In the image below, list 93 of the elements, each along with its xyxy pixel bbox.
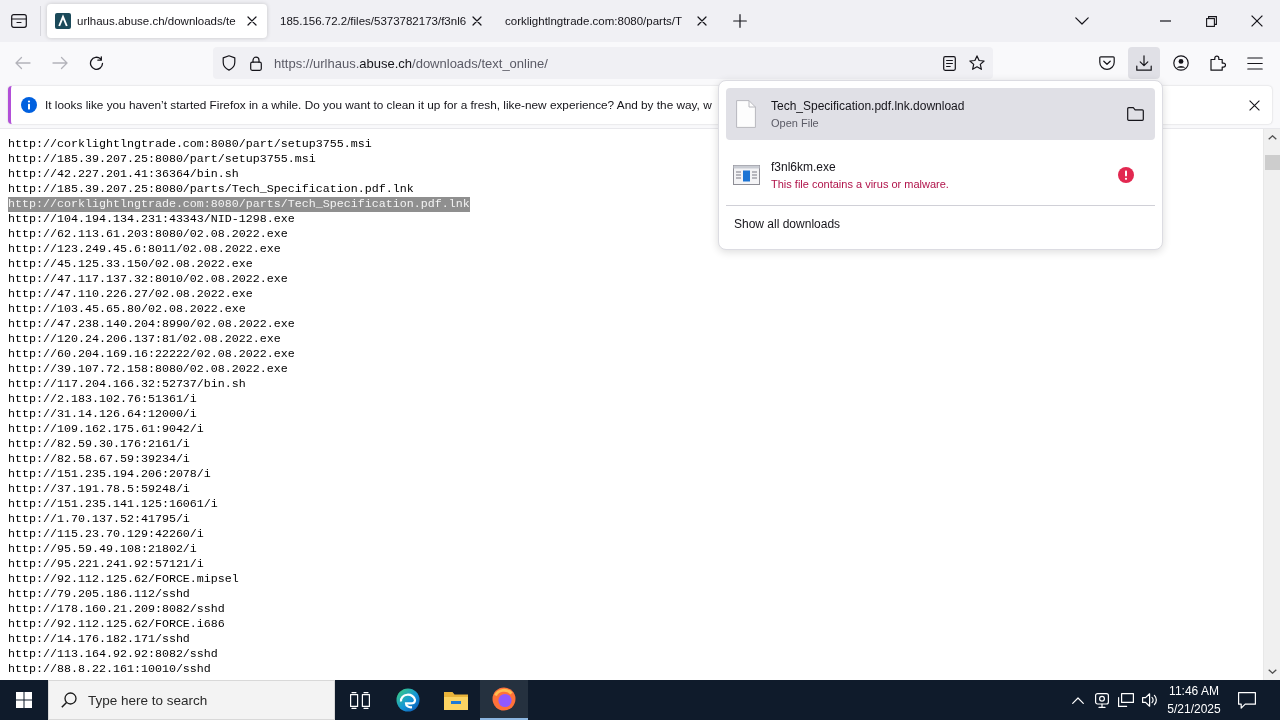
shield-icon — [222, 55, 236, 71]
show-all-downloads-button[interactable]: Show all downloads — [726, 206, 845, 242]
drawer-icon — [11, 14, 27, 28]
webcam-icon — [1095, 692, 1109, 708]
clock-time: 11:46 AM — [1169, 683, 1219, 700]
url-text: http://37.191.78.5:59248/i — [8, 482, 190, 497]
url-text: http://104.194.134.231:43343/NID-1298.exe — [8, 212, 295, 227]
url-text: http://82.58.67.59:39234/i — [8, 452, 190, 467]
url-text: http://39.107.72.158:8080/02.08.2022.exe — [8, 362, 288, 377]
speaker-icon — [1142, 693, 1158, 707]
url-text: http://115.23.70.129:42260/i — [8, 527, 204, 542]
reload-icon — [89, 56, 105, 70]
search-icon — [61, 692, 77, 708]
chevron-down-icon — [1075, 17, 1089, 25]
close-icon — [1251, 15, 1263, 27]
back-arrow-icon — [15, 56, 31, 70]
browser-tab[interactable]: corklightlngtrade.com:8080/parts/T — [497, 4, 717, 38]
browser-tab[interactable]: urlhaus.abuse.ch/downloads/te — [47, 4, 267, 38]
url-text: http://1.70.137.52:41795/i — [8, 512, 190, 527]
folder-icon — [444, 690, 468, 710]
url-text: http://47.117.137.32:8010/02.08.2022.exe — [8, 272, 288, 287]
puzzle-icon — [1210, 55, 1226, 71]
url-text: http://185.39.207.25:8080/part/setup3755.msi — [8, 152, 316, 167]
url-text: http://82.59.30.176:2161/i — [8, 437, 190, 452]
forward-arrow-icon — [52, 56, 68, 70]
folder-icon — [1126, 107, 1144, 121]
close-icon — [472, 16, 482, 26]
url-text: http://79.205.186.112/sshd — [8, 587, 190, 602]
url-text: http://151.235.194.206:2078/i — [8, 467, 211, 482]
browser-icon — [396, 688, 420, 712]
document-icon — [942, 55, 956, 71]
warning-icon — [1118, 167, 1134, 183]
url-text: http://62.113.61.203:8080/02.08.2022.exe — [8, 227, 288, 242]
caret-down-icon — [1267, 669, 1277, 674]
download-status: Open File — [771, 117, 820, 129]
restore-icon — [1205, 15, 1217, 27]
url-text: http://117.204.166.32:52737/bin.sh — [8, 377, 246, 392]
url-text: http://corklightlngtrade.com:8080/parts/Tech_Specification.pdf.lnk — [8, 197, 470, 212]
menu-icon — [1247, 56, 1263, 70]
minimize-icon — [1159, 20, 1171, 22]
browser-button[interactable] — [480, 680, 528, 720]
url-text: http://42.227.201.41:36364/bin.sh — [8, 167, 239, 182]
url-text: http://47.110.226.27/02.08.2022.exe — [8, 287, 253, 302]
star-icon — [969, 55, 985, 71]
url-text: http://88.8.22.161:10010/sshd — [8, 662, 211, 677]
url-text: http://120.24.206.137:81/02.08.2022.exe — [8, 332, 281, 347]
browser-icon — [492, 687, 516, 711]
url-text: http://92.112.125.62/FORCE.i686 — [8, 617, 225, 632]
clock-date: 5/21/2025 — [1167, 701, 1221, 718]
url-text: http://151.235.141.125:16061/i — [8, 497, 218, 512]
task-view-icon — [350, 691, 370, 709]
url-text: http://31.14.126.64:12000/i — [8, 407, 197, 422]
url-text: http://corklightlngtrade.com:8080/part/setup3755.msi — [8, 137, 372, 152]
close-icon — [697, 16, 707, 26]
file-icon — [736, 100, 756, 128]
url-text: http://123.249.45.6:8011/02.08.2022.exe — [8, 242, 281, 257]
plus-icon — [733, 14, 747, 28]
info-icon — [21, 97, 37, 113]
speech-bubble-icon — [1238, 691, 1256, 709]
file-name: Tech_Specification.pdf.lnk.download — [771, 99, 965, 113]
lock-icon — [250, 55, 262, 71]
url-text: http://14.176.182.171/sshd — [8, 632, 190, 647]
caret-up-icon — [1267, 135, 1277, 140]
url-text: http://113.164.92.92:8082/sshd — [8, 647, 218, 662]
download-status: This file contains a virus or malware. — [771, 178, 949, 190]
pocket-icon — [1099, 56, 1115, 70]
notification-message: It looks like you haven’t started Firefox in a while. Do you want to clean it up for a fresh, like-new experience? And by the way, w — [45, 98, 712, 112]
file-name: f3nl6km.exe — [771, 160, 837, 174]
url-text: http://2.183.102.76:51361/i — [8, 392, 197, 407]
url-text: http://95.59.49.108:21802/i — [8, 542, 197, 557]
close-icon — [1248, 99, 1260, 111]
url-text: http://178.160.21.209:8082/sshd — [8, 602, 225, 617]
url-text: http://92.112.125.62/FORCE.mipsel — [8, 572, 239, 587]
download-item[interactable]: Tech_Specification.pdf.lnk.download Open File — [726, 88, 1155, 140]
url-text: http://95.221.241.92:57121/i — [8, 557, 204, 572]
scrollbar-thumb[interactable] — [1264, 155, 1280, 170]
program-window-icon — [733, 165, 760, 185]
account-icon — [1173, 55, 1189, 71]
url-text: http://45.125.33.150/02.08.2022.exe — [8, 257, 253, 272]
url-text: http://60.204.169.16:22222/02.08.2022.exe — [8, 347, 295, 362]
url-text: http://109.162.175.61:9042/i — [8, 422, 204, 437]
windows-logo-icon — [16, 692, 32, 708]
downloads-button[interactable] — [1128, 47, 1160, 79]
close-icon — [247, 16, 257, 26]
url-text: http://103.45.65.80/02.08.2022.exe — [8, 302, 246, 317]
url-text: http://185.39.207.25:8080/parts/Tech_Specification.pdf.lnk — [8, 182, 414, 197]
chevron-up-icon — [1072, 696, 1084, 704]
download-item[interactable]: f3nl6km.exe This file contains a virus or malware. — [726, 148, 1155, 202]
search-field[interactable]: Type here to search — [48, 680, 335, 720]
download-icon — [1136, 55, 1152, 71]
url-text: http://47.238.140.204:8990/02.08.2022.exe — [8, 317, 295, 332]
network-icon — [1118, 693, 1134, 707]
browser-tab[interactable]: 185.156.72.2/files/5373782173/f3nl6 — [272, 4, 492, 38]
